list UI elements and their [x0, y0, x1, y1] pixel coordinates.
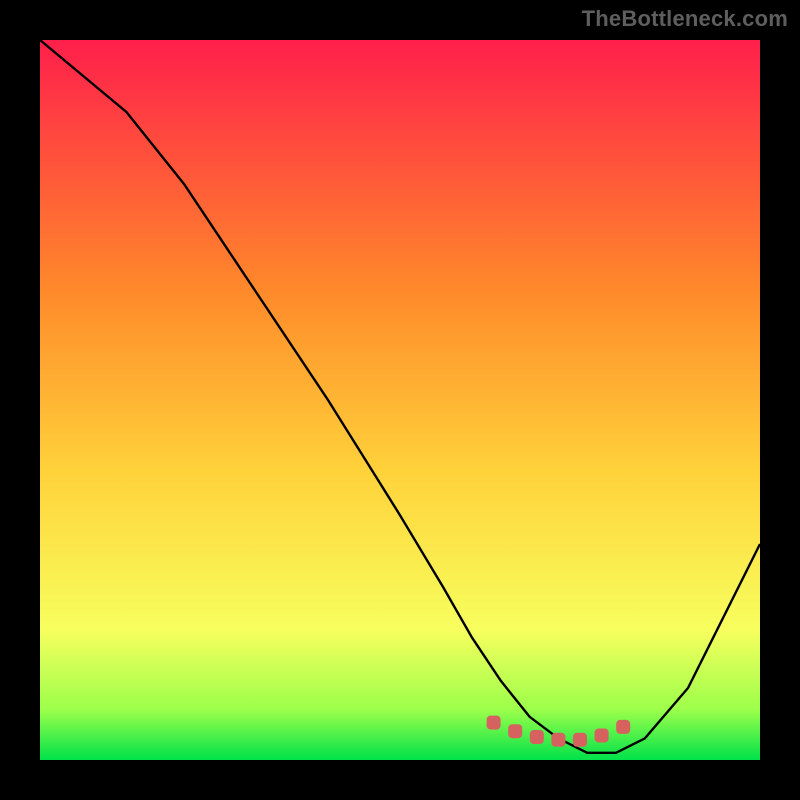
watermark-text: TheBottleneck.com: [582, 6, 788, 32]
optimal-marker: [508, 724, 522, 738]
optimal-marker: [487, 716, 501, 730]
plot-area: [40, 40, 760, 760]
optimal-marker: [573, 733, 587, 747]
optimal-marker: [530, 730, 544, 744]
optimal-marker: [551, 733, 565, 747]
bottleneck-chart: [40, 40, 760, 760]
chart-frame: TheBottleneck.com: [0, 0, 800, 800]
optimal-marker: [595, 729, 609, 743]
gradient-background: [40, 40, 760, 760]
optimal-marker: [616, 720, 630, 734]
